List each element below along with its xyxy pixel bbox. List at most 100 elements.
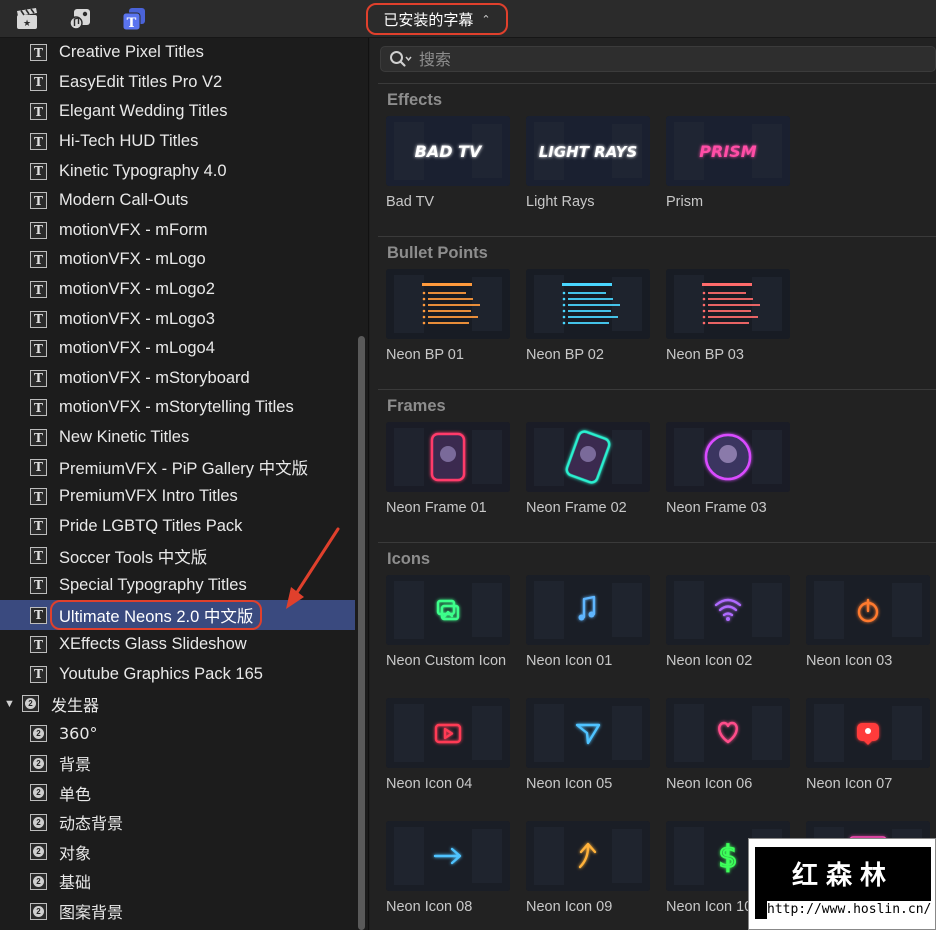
generator-icon: 2 [30, 724, 47, 742]
sidebar-item-generator[interactable]: 2 对象 [0, 837, 355, 867]
search-icon[interactable] [389, 50, 413, 68]
generator-icon: 2 [30, 754, 47, 772]
browser-tile[interactable]: Neon Icon 08 [386, 821, 511, 916]
title-icon: T [30, 576, 47, 594]
browser-tile[interactable]: Neon Icon 03 [806, 575, 931, 670]
power-icon[interactable] [806, 575, 930, 645]
sidebar-item-title-pack[interactable]: TmotionVFX - mStoryboard [0, 364, 355, 394]
sidebar-item-title-pack[interactable]: T EasyEdit Titles Pro V2 [0, 68, 355, 98]
play-icon[interactable] [386, 698, 510, 768]
browser-tile[interactable]: Neon Icon 09 [526, 821, 651, 916]
sidebar-item-label: 发生器 [51, 695, 100, 715]
sidebar-scrollbar[interactable] [358, 336, 365, 930]
sidebar-item-label: motionVFX - mLogo4 [59, 339, 215, 358]
browser-tile[interactable]: PRISM Prism [666, 116, 791, 211]
music-note-icon[interactable] [526, 575, 650, 645]
wifi-icon[interactable] [666, 575, 790, 645]
sidebar-item-title-pack[interactable]: T Special Typography Titles [0, 571, 355, 601]
thumbnail-preview[interactable]: LIGHT RAYS [526, 116, 650, 186]
sidebar-item-title-pack[interactable]: T Pride LGBTQ Titles Pack [0, 512, 355, 542]
title-icon: T [30, 488, 47, 506]
sidebar-item-title-pack[interactable]: TmotionVFX - mLogo3 [0, 304, 355, 334]
browser-tile[interactable]: LIGHT RAYS Light Rays [526, 116, 651, 211]
browser-tile[interactable]: Neon Custom Icon [386, 575, 511, 670]
browser-tile[interactable]: Neon BP 03 [666, 269, 791, 364]
sidebar-item-label: PremiumVFX Intro Titles [59, 487, 238, 506]
sidebar-item-title-pack[interactable]: T Ultimate Neons 2.0 中文版 [0, 600, 355, 631]
thumbnail-preview[interactable] [526, 422, 650, 492]
sidebar-item-title-pack[interactable]: TmotionVFX - mLogo [0, 245, 355, 275]
sidebar-item-title-pack[interactable]: TmotionVFX - mForm [0, 216, 355, 246]
browser-tile[interactable]: Neon BP 02 [526, 269, 651, 364]
sidebar-item-generator[interactable]: 2 图案背景 [0, 896, 355, 926]
sidebar-item-title-pack[interactable]: T Youtube Graphics Pack 165 [0, 659, 355, 689]
thumbnail-preview[interactable] [666, 422, 790, 492]
sidebar-item-title-pack[interactable]: T Elegant Wedding Titles [0, 97, 355, 127]
music-photo-icon[interactable] [67, 6, 93, 32]
tile-label: Neon Icon 03 [806, 653, 893, 669]
sidebar-item-generator[interactable]: 2 背景 [0, 748, 355, 778]
clapper-icon[interactable]: ★ [14, 6, 40, 32]
sidebar-item-title-pack[interactable]: T XEffects Glass Slideshow [0, 630, 355, 660]
watermark-logo: 红森林 http://www.hoslin.cn/ [748, 838, 936, 930]
sidebar-item-title-pack[interactable]: TmotionVFX - mLogo4 [0, 334, 355, 364]
sidebar-item-generator[interactable]: 2 360° [0, 719, 355, 749]
thumbnail-preview[interactable]: PRISM [666, 116, 790, 186]
browser-tile[interactable]: Neon BP 01 [386, 269, 511, 364]
search-input[interactable] [419, 49, 899, 69]
sidebar-item-label: EasyEdit Titles Pro V2 [59, 72, 223, 91]
browser-tile[interactable]: Neon Icon 05 [526, 698, 651, 793]
title-icon: T [30, 636, 47, 654]
sidebar-category-generators[interactable]: ▼ 2 发生器 [0, 689, 355, 719]
browser-tile[interactable]: Neon Icon 06 [666, 698, 791, 793]
thumbnail-preview[interactable] [386, 269, 510, 339]
browser-tile[interactable]: Neon Icon 07 [806, 698, 931, 793]
sidebar-item-title-pack[interactable]: T Hi-Tech HUD Titles [0, 127, 355, 157]
browser-tile[interactable]: Neon Icon 02 [666, 575, 791, 670]
sidebar-item-generator[interactable]: 2 单色 [0, 778, 355, 808]
browser-tile[interactable]: Neon Frame 01 [386, 422, 511, 517]
sidebar-item-title-pack[interactable]: TmotionVFX - mLogo2 [0, 275, 355, 305]
sidebar-item-title-pack[interactable]: T New Kinetic Titles [0, 423, 355, 453]
sidebar-item-label: Youtube Graphics Pack 165 [59, 664, 263, 683]
section-frames: Frames Neon Frame 01 Neon Frame 02 Neon … [370, 389, 936, 516]
sidebar-item-title-pack[interactable]: T Creative Pixel Titles [0, 38, 355, 68]
sidebar-item-label: XEffects Glass Slideshow [59, 635, 247, 654]
browser-tile[interactable]: Neon Icon 04 [386, 698, 511, 793]
sidebar-item-label: New Kinetic Titles [59, 428, 190, 447]
section-icons: Icons Neon Custom Icon Neon Icon 01 Neon… [370, 542, 936, 915]
search-bar[interactable] [380, 46, 936, 72]
arrow-right-icon[interactable] [386, 821, 510, 891]
thumbnail-preview[interactable] [386, 422, 510, 492]
sidebar-item-label: Hi-Tech HUD Titles [59, 132, 199, 151]
sidebar-list: T Creative Pixel Titles T EasyEdit Titles P… [0, 38, 355, 926]
browser-tile[interactable]: Neon Frame 02 [526, 422, 651, 517]
thumbnail-preview[interactable]: BAD TV [386, 116, 510, 186]
tile-label: Neon Icon 06 [666, 776, 753, 792]
sidebar-item-title-pack[interactable]: T PremiumVFX Intro Titles [0, 482, 355, 512]
thumbnail-preview[interactable] [526, 269, 650, 339]
section-title: Frames [387, 397, 446, 415]
sidebar-item-generator[interactable]: 2 动态背景 [0, 807, 355, 837]
heart-icon[interactable] [666, 698, 790, 768]
browser-tile[interactable]: Neon Icon 01 [526, 575, 651, 670]
titles-generators-icon[interactable]: T [121, 6, 147, 32]
send-icon[interactable] [526, 698, 650, 768]
watermark-text: 红森林 [791, 861, 894, 891]
sidebar-item-title-pack[interactable]: TmotionVFX - mStorytelling Titles [0, 393, 355, 423]
disclosure-triangle-icon[interactable]: ▼ [4, 698, 18, 710]
sidebar-item-generator[interactable]: 2 基础 [0, 867, 355, 897]
browser-tile[interactable]: BAD TV Bad TV [386, 116, 511, 211]
sidebar-item-title-pack[interactable]: T Kinetic Typography 4.0 [0, 156, 355, 186]
photo-icon[interactable] [386, 575, 510, 645]
browser-tile[interactable]: Neon Frame 03 [666, 422, 791, 517]
tile-label: Neon Custom Icon [386, 653, 507, 669]
installed-titles-dropdown[interactable]: 已安装的字幕 ⌃ [366, 3, 508, 35]
sidebar-item-title-pack[interactable]: T PremiumVFX - PiP Gallery 中文版 [0, 452, 355, 482]
arrow-up-icon[interactable] [526, 821, 650, 891]
sidebar-item-title-pack[interactable]: T Soccer Tools 中文版 [0, 541, 355, 571]
svg-text:$: $ [718, 840, 737, 875]
sidebar-item-title-pack[interactable]: T Modern Call-Outs [0, 186, 355, 216]
thumbnail-preview[interactable] [666, 269, 790, 339]
chat-icon[interactable] [806, 698, 930, 768]
